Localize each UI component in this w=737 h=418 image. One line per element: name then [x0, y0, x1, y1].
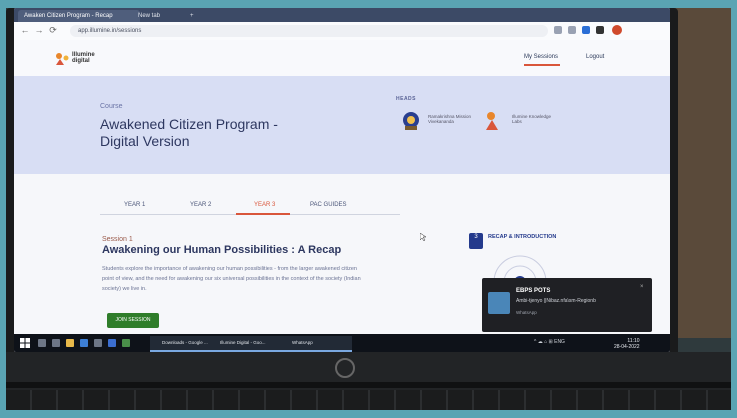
notification-app: WhatsApp	[516, 310, 537, 315]
taskbar-item-illumine[interactable]: Illumine Digital - Goo...	[208, 336, 288, 352]
taskbar-item-whatsapp[interactable]: WhatsApp	[280, 336, 352, 352]
back-icon[interactable]: ←	[20, 25, 30, 35]
course-title: Awakened Citizen Program - Digital Versi…	[100, 116, 278, 149]
mail-icon[interactable]	[108, 339, 116, 347]
notification-body: Ambi-tjenyo ||Nibaz.nfa\sm-Regionb	[516, 298, 596, 304]
laptop-logo-icon	[335, 358, 355, 378]
course-label: Course	[100, 103, 123, 110]
join-session-button[interactable]: JOIN SESSION	[107, 313, 159, 328]
active-nav-underline	[524, 64, 560, 66]
photo-border	[731, 0, 737, 418]
task-view-icon[interactable]	[52, 339, 60, 347]
url-input[interactable]: app.illumine.in/sessions	[70, 25, 548, 37]
profile-avatar[interactable]	[612, 25, 622, 35]
brand-logo-icon[interactable]	[54, 52, 70, 66]
brand-name[interactable]: Illumine digital	[72, 52, 102, 64]
photo-border	[0, 0, 6, 418]
edge-icon[interactable]	[80, 339, 88, 347]
illumine-logo-icon	[486, 112, 498, 130]
new-tab-button[interactable]: +	[184, 10, 206, 22]
session-title: Awakening our Human Possibilities : A Re…	[102, 244, 342, 256]
clock-date: 28-04-2022	[614, 344, 640, 350]
close-icon[interactable]: ×	[640, 284, 644, 290]
photo-border	[0, 410, 737, 418]
recap-title: RECAP & INTRODUCTION	[488, 234, 557, 240]
extension-icon[interactable]	[582, 26, 590, 34]
taskbar-item-downloads[interactable]: Downloads - Google ...	[150, 336, 216, 352]
search-icon[interactable]	[38, 339, 46, 347]
system-tray[interactable]: ^ ☁ ⌂ ⊞ ENG	[534, 339, 565, 345]
year-badge: 3	[469, 233, 483, 249]
store-icon[interactable]	[94, 339, 102, 347]
heads-label: HEADS	[396, 96, 417, 102]
tab-year-3[interactable]: YEAR 3	[254, 202, 275, 208]
mouse-cursor-icon	[420, 233, 426, 241]
extension-icon[interactable]	[568, 26, 576, 34]
windows-start-icon[interactable]	[20, 338, 30, 348]
nav-my-sessions[interactable]: My Sessions	[524, 54, 558, 60]
nav-logout[interactable]: Logout	[586, 54, 604, 60]
head-name: Illumine Knowledge Labs	[512, 114, 552, 124]
tab-year-2[interactable]: YEAR 2	[190, 202, 211, 208]
site-header	[14, 40, 670, 76]
notification-title: EBPS POTS	[516, 288, 551, 294]
laptop-screen: Awaken Citizen Program - Recap New tab +…	[14, 8, 670, 352]
session-description: Students explore the importance of awake…	[102, 266, 361, 292]
photo-border	[0, 0, 737, 8]
emblem-icon	[403, 112, 419, 130]
laptop-hinge	[6, 382, 731, 388]
extension-icon[interactable]	[554, 26, 562, 34]
file-explorer-icon[interactable]	[66, 339, 74, 347]
reload-icon[interactable]: ⟳	[48, 25, 58, 36]
extension-icon[interactable]	[596, 26, 604, 34]
session-number: Session 1	[102, 236, 133, 243]
tab-year-1[interactable]: YEAR 1	[124, 202, 145, 208]
chrome-icon[interactable]	[122, 339, 130, 347]
head-name: Ramakrishna Mission Vivekananda	[428, 114, 472, 124]
keyboard	[6, 390, 731, 410]
notification-app-icon	[488, 292, 510, 314]
browser-tab-active[interactable]: Awaken Citizen Program - Recap	[18, 10, 140, 22]
tab-pac-guides[interactable]: PAC GUIDES	[310, 202, 347, 208]
active-tab-underline	[236, 213, 290, 215]
taskbar-clock[interactable]: 11:10 28-04-2022	[614, 338, 640, 350]
forward-icon[interactable]: →	[34, 25, 44, 35]
